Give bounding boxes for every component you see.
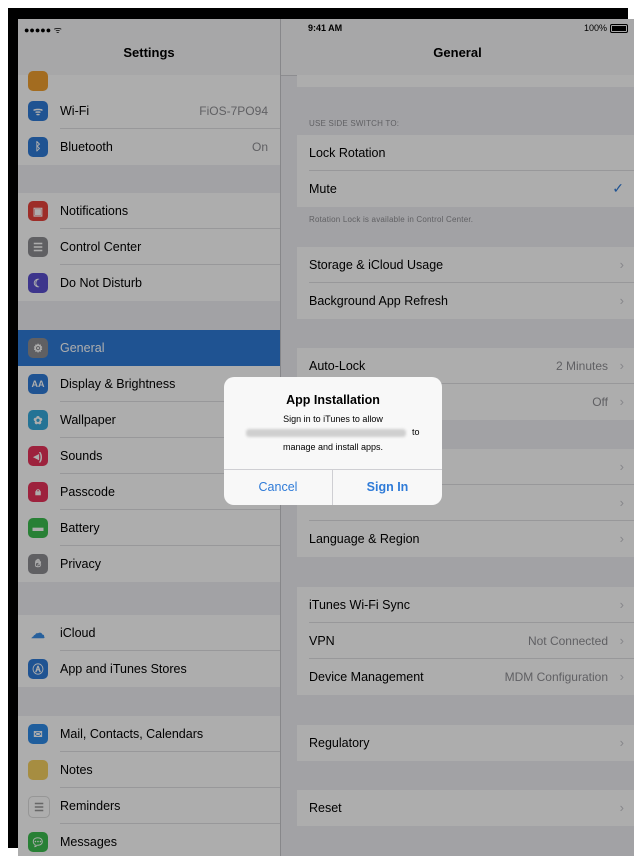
redacted-account (246, 429, 406, 437)
device-frame: ●●●●● ᯤ 9:41 AM 100% Settings ᯤ Wi-Fi Fi… (8, 8, 634, 856)
dialog-message-line1: Sign in to iTunes to allow (283, 414, 383, 424)
dialog-message-line2: manage and install apps. (282, 442, 384, 452)
dialog-message-to: to (412, 427, 420, 437)
screen: ●●●●● ᯤ 9:41 AM 100% Settings ᯤ Wi-Fi Fi… (18, 19, 634, 856)
app-installation-dialog: App Installation Sign in to iTunes to al… (224, 377, 442, 505)
sign-in-button[interactable]: Sign In (333, 469, 442, 505)
cancel-button[interactable]: Cancel (224, 469, 332, 505)
dialog-title: App Installation (286, 393, 380, 407)
